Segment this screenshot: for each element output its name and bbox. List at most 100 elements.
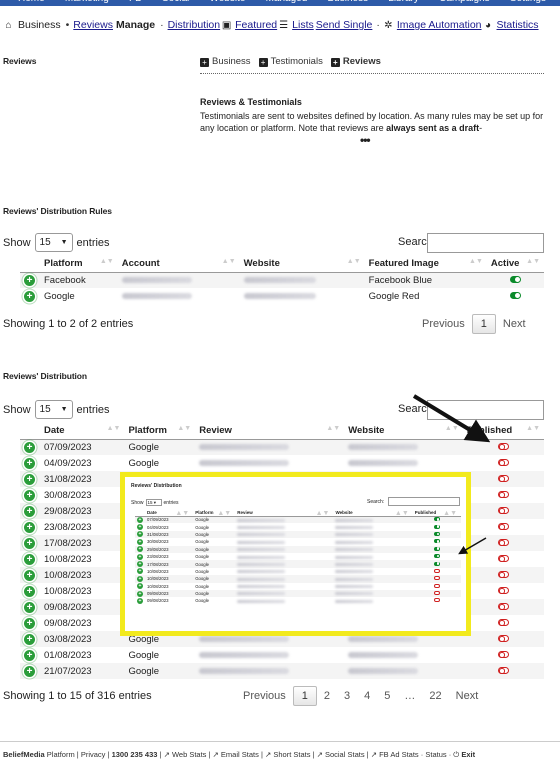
page-button-4[interactable]: 4	[357, 690, 377, 702]
page-button-5[interactable]: 5	[377, 690, 397, 702]
expand-plus-icon[interactable]: +	[24, 489, 35, 501]
footer-link-fb-ad-stats[interactable]: FB Ad Stats	[379, 750, 419, 759]
subnav-business[interactable]: Business	[18, 19, 61, 31]
column-header-published[interactable]: Published ▲▼	[412, 509, 461, 517]
expand-plus-icon[interactable]: +	[24, 617, 35, 629]
expand-plus-icon[interactable]: +	[24, 274, 35, 286]
column-header-featured-image[interactable]: Featured Image ▲▼	[364, 255, 487, 273]
subnav-manage[interactable]: Manage	[116, 19, 155, 31]
more-button[interactable]: •••	[360, 133, 371, 147]
topnav-item-managed[interactable]: Managed	[266, 0, 308, 4]
footer-link-status[interactable]: Status	[425, 750, 446, 759]
subnav-lists[interactable]: Lists	[292, 19, 314, 31]
toggle-on-icon[interactable]	[509, 275, 521, 283]
footer-link-web-stats[interactable]: Web Stats	[172, 750, 206, 759]
topnav-item-fb[interactable]: FB	[129, 0, 142, 4]
page-button-22[interactable]: 22	[422, 690, 448, 702]
subnav-image-automation[interactable]: Image Automation	[397, 19, 482, 31]
column-header-date[interactable]: Date ▲▼	[40, 422, 125, 440]
expand-plus-icon[interactable]: +	[24, 290, 35, 302]
subnav-send-single[interactable]: Send Single	[316, 19, 373, 31]
toggle-off-icon[interactable]	[497, 506, 509, 514]
tab-reviews[interactable]: + Reviews	[330, 56, 381, 67]
page-button-1[interactable]: 1	[471, 314, 496, 334]
rules-search-input[interactable]	[427, 233, 544, 253]
topnav-item-business[interactable]: Business	[328, 0, 369, 4]
expand-plus-icon[interactable]: +	[24, 569, 35, 581]
column-header-platform[interactable]: Platform ▲▼	[40, 255, 118, 273]
topnav-item-website[interactable]: Website	[209, 0, 245, 4]
toggle-off-icon[interactable]	[497, 570, 509, 578]
toggle-on-icon[interactable]	[433, 546, 440, 551]
expand-plus-icon[interactable]: +	[24, 441, 35, 453]
column-header-platform[interactable]: Platform ▲▼	[193, 509, 236, 517]
subnav-distribution[interactable]: Distribution	[168, 19, 221, 31]
column-header-published[interactable]: Published ▲▼	[462, 422, 544, 440]
distribution-search-input[interactable]	[427, 400, 544, 420]
rules-entries-select[interactable]: 15 ▼	[34, 233, 73, 252]
topnav-item-campaigns[interactable]: Campaigns	[439, 0, 490, 4]
toggle-on-icon[interactable]	[433, 517, 440, 522]
column-header-website[interactable]: Website ▲▼	[239, 255, 365, 273]
footer-link-platform[interactable]: Platform	[47, 750, 75, 759]
footer-link-social-stats[interactable]: Social Stats	[325, 750, 365, 759]
toggle-off-icon[interactable]	[497, 490, 509, 498]
subnav-statistics[interactable]: Statistics	[497, 19, 539, 31]
toggle-off-icon[interactable]	[433, 598, 440, 603]
column-header-website[interactable]: Website ▲▼	[344, 422, 463, 440]
previous-button[interactable]: Previous	[236, 690, 293, 702]
topnav-item-home[interactable]: Home	[18, 0, 45, 4]
toggle-off-icon[interactable]	[497, 522, 509, 530]
toggle-off-icon[interactable]	[497, 602, 509, 610]
subnav-featured[interactable]: Featured	[235, 19, 277, 31]
distribution-entries-select[interactable]: 15 ▼	[34, 400, 73, 419]
expand-plus-icon[interactable]: +	[24, 601, 35, 613]
next-button[interactable]: Next	[496, 318, 533, 330]
toggle-off-icon[interactable]	[433, 583, 440, 588]
page-button-1[interactable]: 1	[292, 686, 317, 706]
toggle-off-icon[interactable]	[497, 458, 509, 466]
toggle-off-icon[interactable]	[497, 442, 509, 450]
footer-link-exit[interactable]: Exit	[461, 750, 475, 759]
topnav-item-library[interactable]: Library	[388, 0, 419, 4]
toggle-off-icon[interactable]	[433, 591, 440, 596]
footer-link-short-stats[interactable]: Short Stats	[273, 750, 310, 759]
footer-link-email-stats[interactable]: Email Stats	[221, 750, 259, 759]
expand-plus-icon[interactable]: +	[24, 521, 35, 533]
tab-testimonials[interactable]: + Testimonials	[258, 56, 323, 67]
toggle-on-icon[interactable]	[433, 539, 440, 544]
previous-button[interactable]: Previous	[415, 318, 472, 330]
column-header-review[interactable]: Review ▲▼	[235, 509, 334, 517]
expand-plus-icon[interactable]: +	[24, 537, 35, 549]
footer-link-privacy[interactable]: Privacy	[81, 750, 106, 759]
subnav-reviews[interactable]: Reviews	[73, 19, 113, 31]
toggle-on-icon[interactable]	[433, 554, 440, 559]
topnav-item-settings[interactable]: Settings	[510, 0, 546, 4]
column-header-account[interactable]: Account ▲▼	[117, 255, 240, 273]
expand-plus-icon[interactable]: +	[24, 665, 35, 677]
toggle-off-icon[interactable]	[497, 474, 509, 482]
toggle-on-icon[interactable]	[509, 291, 521, 299]
column-header-active[interactable]: Active ▲▼	[486, 255, 544, 273]
column-header-website[interactable]: Website ▲▼	[333, 509, 413, 517]
next-button[interactable]: Next	[449, 690, 486, 702]
toggle-off-icon[interactable]	[497, 634, 509, 642]
tab-business[interactable]: + Business	[200, 56, 251, 67]
expand-plus-icon[interactable]: +	[24, 457, 35, 469]
toggle-on-icon[interactable]	[433, 561, 440, 566]
toggle-off-icon[interactable]	[497, 586, 509, 594]
column-header-review[interactable]: Review ▲▼	[195, 422, 345, 440]
toggle-off-icon[interactable]	[497, 554, 509, 562]
toggle-off-icon[interactable]	[433, 568, 440, 573]
expand-plus-icon[interactable]: +	[24, 649, 35, 661]
expand-plus-icon[interactable]: +	[24, 553, 35, 565]
toggle-off-icon[interactable]	[497, 666, 509, 674]
column-header-date[interactable]: Date ▲▼	[145, 509, 194, 517]
toggle-off-icon[interactable]	[497, 650, 509, 658]
toggle-off-icon[interactable]	[497, 618, 509, 626]
expand-plus-icon[interactable]: +	[24, 633, 35, 645]
toggle-on-icon[interactable]	[433, 524, 440, 529]
toggle-on-icon[interactable]	[433, 531, 440, 536]
page-button-3[interactable]: 3	[337, 690, 357, 702]
expand-plus-icon[interactable]: +	[24, 473, 35, 485]
